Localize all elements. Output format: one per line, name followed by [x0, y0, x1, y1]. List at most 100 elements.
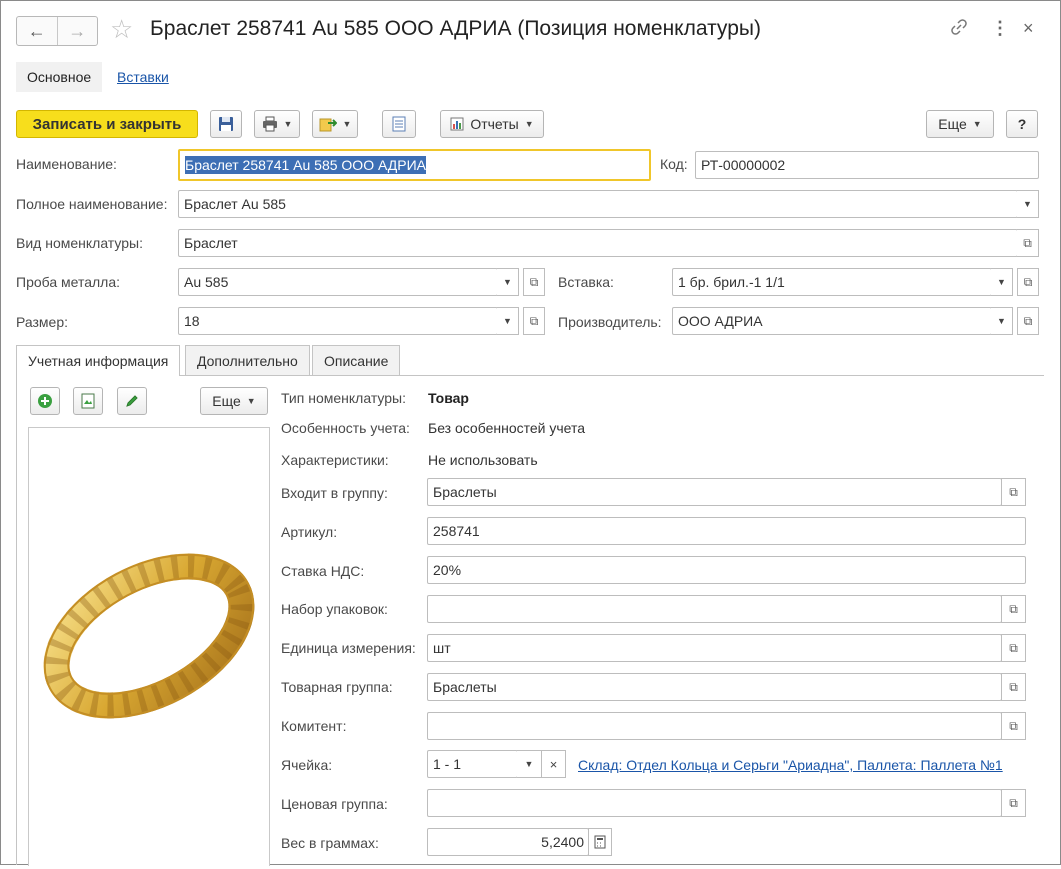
feature-value: Без особенностей учета [428, 420, 586, 436]
weight-input[interactable]: 5,2400 [427, 828, 589, 856]
chevron-down-icon: ▼ [524, 759, 534, 769]
maker-open-button[interactable]: ⧉ [1017, 307, 1039, 335]
goods-group-input[interactable]: Браслеты [427, 673, 1002, 701]
reports-label: Отчеты [470, 116, 519, 132]
image-more-button[interactable]: Еще ▼ [200, 387, 268, 415]
save-button[interactable] [210, 110, 242, 138]
cell-clear-button[interactable]: × [541, 750, 566, 778]
tab-inserts[interactable]: Вставки [117, 62, 169, 92]
goods-group-open-button[interactable]: ⧉ [1001, 673, 1026, 701]
price-group-open-button[interactable]: ⧉ [1001, 789, 1026, 817]
type-label: Тип номенклатуры: [281, 390, 406, 406]
forward-button[interactable]: → [56, 17, 98, 45]
cell-dropdown-button[interactable]: ▼ [517, 750, 542, 778]
help-button[interactable]: ? [1006, 110, 1038, 138]
calculator-icon [594, 835, 606, 849]
select-image-button[interactable] [73, 387, 103, 415]
image-file-icon [81, 393, 95, 409]
reports-button[interactable]: Отчеты ▼ [440, 110, 544, 138]
name-label: Наименование: [16, 156, 117, 172]
fullname-label: Полное наименование: [16, 196, 168, 212]
pack-input[interactable] [427, 595, 1002, 623]
arrow-left-icon: ← [27, 20, 46, 41]
chevron-down-icon: ▼ [283, 119, 293, 129]
image-more-label: Еще [212, 393, 241, 409]
chevron-down-icon: ▼ [1023, 199, 1032, 209]
name-input[interactable]: Браслет 258741 Au 585 ООО АДРИА [178, 149, 651, 181]
list-button[interactable] [382, 110, 416, 138]
group-input[interactable]: Браслеты [427, 478, 1002, 506]
plus-circle-icon [38, 394, 52, 408]
group-open-button[interactable]: ⧉ [1001, 478, 1026, 506]
fullname-input[interactable]: Браслет Au 585 [178, 190, 1018, 218]
back-button[interactable]: ← [17, 17, 57, 45]
open-form-icon: ⧉ [1009, 795, 1018, 810]
maker-label: Производитель: [558, 314, 662, 330]
chars-value: Не использовать [428, 452, 538, 468]
cell-location-link[interactable]: Склад: Отдел Кольца и Серьги "Ариадна", … [578, 757, 1003, 773]
maker-input[interactable]: ООО АДРИА [672, 307, 992, 335]
document-list-icon [392, 116, 406, 132]
probe-label: Проба металла: [16, 274, 121, 290]
create-based-on-button[interactable]: ▼ [312, 110, 358, 138]
close-icon[interactable]: × [1023, 18, 1034, 39]
arrow-right-icon: → [68, 20, 87, 41]
print-button[interactable]: ▼ [254, 110, 300, 138]
save-and-close-button[interactable]: Записать и закрыть [16, 110, 198, 138]
size-input[interactable]: 18 [178, 307, 498, 335]
unit-input[interactable]: шт [427, 634, 1002, 662]
favorite-star-icon[interactable]: ☆ [110, 14, 133, 44]
add-image-button[interactable] [30, 387, 60, 415]
more-menu-icon[interactable]: ⋮ [991, 18, 1009, 39]
clear-x-icon: × [549, 756, 558, 772]
maker-dropdown-button[interactable]: ▼ [991, 307, 1013, 335]
kind-open-button[interactable]: ⧉ [1017, 229, 1039, 257]
open-form-icon: ⧉ [1023, 313, 1033, 328]
chevron-down-icon: ▼ [997, 316, 1006, 326]
kind-input[interactable]: Браслет [178, 229, 1018, 257]
name-value: Браслет 258741 Au 585 ООО АДРИА [185, 156, 427, 174]
committent-input[interactable] [427, 712, 1002, 740]
nav-buttons: ← → [16, 16, 98, 46]
cell-label: Ячейка: [281, 757, 333, 773]
chevron-down-icon: ▼ [503, 316, 512, 326]
size-open-button[interactable]: ⧉ [523, 307, 545, 335]
size-dropdown-button[interactable]: ▼ [497, 307, 519, 335]
insert-label: Вставка: [558, 274, 614, 290]
cell-input[interactable]: 1 - 1 [427, 750, 518, 778]
product-image-box[interactable] [28, 427, 270, 866]
insert-open-button[interactable]: ⧉ [1017, 268, 1039, 296]
code-label: Код: [660, 156, 688, 172]
more-button[interactable]: Еще ▼ [926, 110, 994, 138]
calculator-button[interactable] [588, 828, 612, 856]
chevron-down-icon: ▼ [997, 277, 1006, 287]
probe-dropdown-button[interactable]: ▼ [497, 268, 519, 296]
open-form-icon: ⧉ [1009, 679, 1018, 694]
tab-accounting-info[interactable]: Учетная информация [16, 345, 181, 376]
tab-additional[interactable]: Дополнительно [185, 345, 310, 375]
probe-open-button[interactable]: ⧉ [523, 268, 545, 296]
fullname-dropdown-button[interactable]: ▼ [1017, 190, 1039, 218]
group-label: Входит в группу: [281, 485, 388, 501]
article-input[interactable]: 258741 [427, 517, 1026, 545]
insert-input[interactable]: 1 бр. брил.-1 1/1 [672, 268, 992, 296]
vat-label: Ставка НДС: [281, 563, 365, 579]
code-input[interactable]: РТ-00000002 [695, 151, 1039, 179]
tab-main[interactable]: Основное [16, 62, 103, 92]
weight-label: Вес в граммах: [281, 835, 379, 851]
goods-group-label: Товарная группа: [281, 679, 393, 695]
unit-label: Единица измерения: [281, 640, 416, 656]
insert-dropdown-button[interactable]: ▼ [991, 268, 1013, 296]
link-icon[interactable] [950, 18, 968, 41]
vat-input[interactable]: 20% [427, 556, 1026, 584]
chevron-down-icon: ▼ [503, 277, 512, 287]
edit-image-button[interactable] [117, 387, 147, 415]
committent-open-button[interactable]: ⧉ [1001, 712, 1026, 740]
unit-open-button[interactable]: ⧉ [1001, 634, 1026, 662]
committent-label: Комитент: [281, 718, 347, 734]
price-group-input[interactable] [427, 789, 1002, 817]
tab-description[interactable]: Описание [312, 345, 401, 375]
pack-open-button[interactable]: ⧉ [1001, 595, 1026, 623]
open-form-icon: ⧉ [529, 274, 539, 289]
probe-input[interactable]: Au 585 [178, 268, 498, 296]
